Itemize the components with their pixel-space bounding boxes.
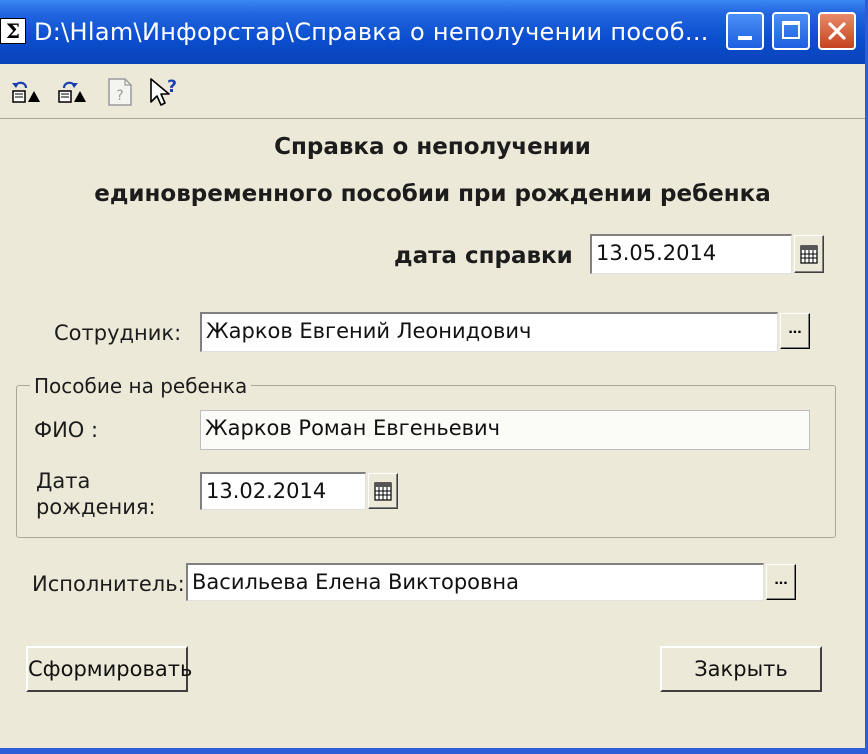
- window-bottom-border: [0, 748, 868, 754]
- employee-select-button[interactable]: ...: [780, 313, 810, 349]
- help-page-icon: ?: [108, 78, 132, 106]
- minimize-button[interactable]: [726, 12, 764, 50]
- birth-date-label-line2: рождения:: [36, 495, 156, 519]
- generate-button[interactable]: Сформировать: [26, 646, 192, 692]
- executor-label: Исполнитель:: [32, 572, 185, 596]
- redo-icon: [58, 81, 86, 103]
- undo-icon: [12, 81, 40, 103]
- birth-date-label-line1: Дата: [36, 469, 91, 493]
- title-bar[interactable]: Σ D:\Hlam\Инфорстар\Справка о неполучени…: [0, 0, 865, 64]
- minimize-icon: [738, 36, 752, 40]
- date-label: дата справки: [394, 243, 573, 269]
- employee-field[interactable]: Жарков Евгений Леонидович: [200, 312, 778, 352]
- redo-button[interactable]: [56, 76, 88, 108]
- fio-label: ФИО :: [34, 418, 99, 442]
- app-icon[interactable]: Σ: [0, 18, 26, 44]
- employee-label: Сотрудник:: [54, 321, 182, 345]
- birth-date-calendar-button[interactable]: [368, 473, 398, 509]
- report-window: Σ D:\Hlam\Инфорстар\Справка о неполучени…: [0, 0, 868, 754]
- birth-date-field[interactable]: 13.02.2014: [200, 472, 366, 510]
- close-window-button[interactable]: [818, 12, 856, 50]
- whats-this-button[interactable]: ?: [148, 76, 180, 108]
- report-date-field[interactable]: 13.05.2014: [590, 234, 792, 274]
- toolbar: ? ?: [0, 64, 865, 119]
- calendar-icon: [800, 245, 818, 264]
- report-heading-line1: Справка о неполучении: [274, 134, 591, 160]
- child-fio-field[interactable]: Жарков Роман Евгеньевич: [200, 410, 810, 450]
- report-date-calendar-button[interactable]: [794, 235, 824, 273]
- help-page-button[interactable]: ?: [104, 76, 136, 108]
- calendar-icon: [374, 482, 392, 501]
- executor-field[interactable]: Васильева Елена Викторовна: [186, 563, 764, 601]
- window-title: D:\Hlam\Инфорстар\Справка о неполучении …: [34, 18, 709, 46]
- close-button[interactable]: Закрыть: [660, 646, 822, 692]
- group-title: Пособие на ребенка: [30, 374, 252, 398]
- report-heading-line2: единовременного пособии при рождении реб…: [94, 181, 771, 207]
- svg-text:?: ?: [167, 77, 177, 97]
- close-icon: [828, 22, 846, 40]
- maximize-icon: [782, 21, 800, 39]
- undo-button[interactable]: [10, 76, 42, 108]
- whats-this-help-icon: ?: [150, 77, 177, 106]
- svg-text:?: ?: [116, 88, 123, 104]
- maximize-button[interactable]: [772, 12, 810, 50]
- executor-select-button[interactable]: ...: [766, 564, 796, 600]
